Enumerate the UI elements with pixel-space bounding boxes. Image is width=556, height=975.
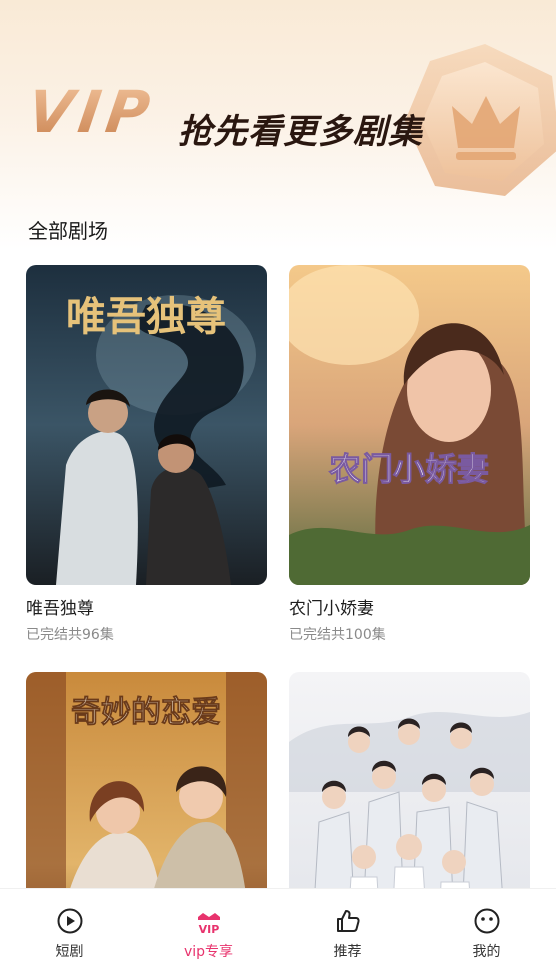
vip-logo-text: VIP bbox=[23, 78, 160, 146]
thumbs-up-icon bbox=[336, 910, 360, 932]
vip-badge-text: VIP bbox=[198, 923, 219, 935]
drama-title[interactable]: 唯吾独尊 bbox=[26, 597, 267, 621]
tab-label: 推荐 bbox=[333, 944, 362, 960]
drama-episode-status: 已完结共100集 bbox=[289, 627, 386, 643]
drama-card[interactable]: 唯吾独尊 唯吾独尊 已完结共96集 bbox=[26, 265, 267, 645]
vip-crown-icon: VIP bbox=[197, 913, 220, 935]
cover-title-text: 奇妙的恋爱 bbox=[71, 695, 221, 730]
tab-recommend[interactable]: 推荐 bbox=[278, 889, 417, 975]
crown-medal-icon bbox=[405, 44, 556, 196]
drama-episode-status: 已完结共96集 bbox=[26, 627, 114, 643]
drama-card[interactable]: 农门小娇妻 农门小娇妻 已完结共100集 bbox=[289, 265, 530, 645]
section-title: 全部剧场 bbox=[28, 219, 108, 243]
play-circle-icon bbox=[57, 908, 82, 934]
drama-title[interactable]: 农门小娇妻 bbox=[289, 597, 530, 621]
tab-label: 短剧 bbox=[55, 944, 84, 960]
tab-label: 我的 bbox=[472, 944, 501, 960]
tab-label: vip专享 bbox=[183, 944, 234, 960]
bottom-tab-bar: 短剧 VIP vip专享 推荐 我的 bbox=[0, 888, 556, 975]
drama-cover-image: 农门小娇妻 bbox=[289, 265, 530, 585]
drama-cover-image: 唯吾独尊 bbox=[26, 265, 267, 585]
cover-title-text: 唯吾独尊 bbox=[66, 293, 226, 340]
drama-cover[interactable]: 农门小娇妻 bbox=[289, 265, 530, 585]
tab-short-drama[interactable]: 短剧 bbox=[0, 889, 139, 975]
tab-profile[interactable]: 我的 bbox=[417, 889, 556, 975]
smiley-face-icon bbox=[474, 908, 499, 934]
vip-banner[interactable]: VIP 抢先看更多剧集 bbox=[0, 0, 556, 210]
drama-cover[interactable]: 唯吾独尊 bbox=[26, 265, 267, 585]
cover-title-text: 农门小娇妻 bbox=[329, 450, 489, 488]
tab-vip[interactable]: VIP vip专享 bbox=[139, 889, 278, 975]
banner-slogan: 抢先看更多剧集 bbox=[178, 112, 423, 152]
